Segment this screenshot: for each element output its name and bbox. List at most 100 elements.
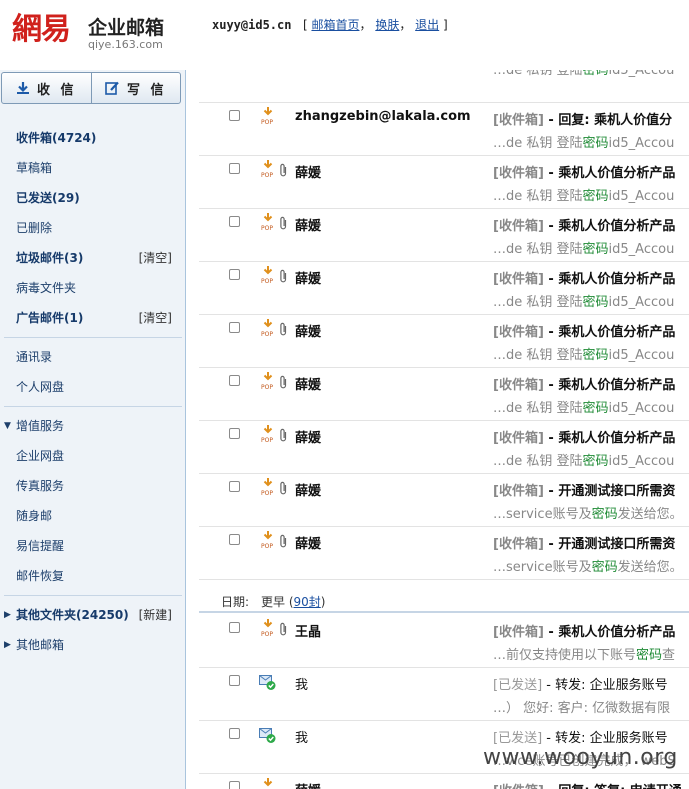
svg-text:POP: POP bbox=[261, 543, 273, 549]
mail-subject[interactable]: [收件箱] - 乘机人价值分析产品 bbox=[493, 321, 689, 340]
mail-subject[interactable]: [收件箱] - 乘机人价值分析产品 bbox=[493, 268, 689, 287]
compose-button[interactable]: 写 信 bbox=[90, 73, 181, 103]
mail-sender[interactable]: 王晶 bbox=[295, 621, 473, 640]
mail-checkbox[interactable] bbox=[229, 622, 240, 633]
sidebar-item-mobile-mail[interactable]: 随身邮 bbox=[0, 501, 186, 531]
sidebar-item-drafts[interactable]: 草稿箱 bbox=[0, 153, 186, 183]
mail-subject[interactable]: [收件箱] - 回复: 乘机人价值分 bbox=[493, 109, 689, 128]
mail-sender[interactable]: 我 bbox=[295, 674, 473, 693]
mail-row[interactable]: POP zhangzebin@lakala.com [收件箱] - 回复: 乘机人价… bbox=[199, 103, 689, 156]
mail-row[interactable]: 我 [已发送] - 转发: 企业服务账号 …） 您好: 客户: 亿微数据有限 bbox=[199, 668, 689, 721]
mail-title: - 乘机人价值分析产品 bbox=[543, 625, 676, 640]
mail-row[interactable]: POP 薛媛 [收件箱] - 乘机人价值分析产品 …de 私钥 登陆密码id5_Acc… bbox=[199, 262, 689, 315]
mail-sender[interactable]: 薛媛 bbox=[295, 427, 473, 446]
netease-logo[interactable]: 網易 bbox=[12, 13, 71, 47]
mail-sender[interactable]: 薛媛 bbox=[295, 780, 473, 789]
mail-checkbox[interactable] bbox=[229, 728, 240, 739]
mail-row[interactable]: POP 薛媛 [收件箱] - 乘机人价值分析产品 …de 私钥 登陆密码id5_Acc… bbox=[199, 209, 689, 262]
logout-link[interactable]: 退出 bbox=[415, 18, 439, 32]
mail-sender[interactable]: 薛媛 bbox=[295, 162, 473, 181]
mail-checkbox[interactable] bbox=[229, 216, 240, 227]
mail-checkbox[interactable] bbox=[229, 375, 240, 386]
mail-subject[interactable]: [收件箱] - 乘机人价值分析产品 bbox=[493, 621, 689, 640]
section-label: 其他文件夹 bbox=[16, 608, 77, 622]
mail-row[interactable]: POP 王晶 [收件箱] - 乘机人价值分析产品 …前仅支持使用以下账号密码查 bbox=[199, 615, 689, 668]
mail-subject[interactable]: [已发送] - 转发: 企业服务账号 bbox=[493, 674, 689, 693]
sidebar-item-contacts[interactable]: 通讯录 bbox=[0, 342, 186, 372]
sidebar-item-fax[interactable]: 传真服务 bbox=[0, 471, 186, 501]
mail-row[interactable]: POP 薛媛 [收件箱] - 回复: 答复: 申请开通 bbox=[199, 774, 689, 789]
mail-checkbox[interactable] bbox=[229, 675, 240, 686]
empty-ads-link[interactable]: [清空] bbox=[139, 303, 172, 333]
empty-spam-link[interactable]: [清空] bbox=[139, 243, 172, 273]
mail-sender[interactable]: 薛媛 bbox=[295, 215, 473, 234]
value-added-services-header[interactable]: ▼ 增值服务 bbox=[0, 411, 186, 441]
mail-sender[interactable]: 薛媛 bbox=[295, 268, 473, 287]
mail-folder-tag: [已发送] bbox=[493, 731, 543, 746]
mail-subject[interactable]: [收件箱] - 乘机人价值分析产品 bbox=[493, 427, 689, 446]
mail-row[interactable]: POP 薛媛 [收件箱] - 开通测试接口所需资 …service账号及密码发送给您。 bbox=[199, 527, 689, 580]
mail-sender[interactable]: 我 bbox=[295, 727, 473, 746]
sidebar-item-sent[interactable]: 已发送(29) bbox=[0, 183, 186, 213]
sidebar-item-inbox[interactable]: 收件箱(4724) bbox=[0, 123, 186, 153]
mail-row[interactable]: POP 薛媛 [收件箱] - 乘机人价值分析产品 …de 私钥 登陆密码id5_Acc… bbox=[199, 315, 689, 368]
mail-snippet: …de 私钥 登陆密码id5_Accou bbox=[493, 344, 689, 363]
mail-folder-tag: [收件箱] bbox=[493, 219, 544, 234]
other-folders-header[interactable]: ▶ 其他文件夹(24250) [新建] bbox=[0, 600, 186, 630]
other-mailbox-header[interactable]: ▶ 其他邮箱 bbox=[0, 630, 186, 660]
svg-text:POP: POP bbox=[261, 119, 273, 125]
snippet-text: …de 私钥 登陆 bbox=[493, 348, 583, 363]
receive-button[interactable]: 收 信 bbox=[2, 73, 91, 103]
mail-subject[interactable]: [收件箱] - 乘机人价值分析产品 bbox=[493, 215, 689, 234]
sidebar-item-netdisk[interactable]: 个人网盘 bbox=[0, 372, 186, 402]
sidebar-item-mail-recovery[interactable]: 邮件恢复 bbox=[0, 561, 186, 591]
sidebar-item-spam[interactable]: 垃圾邮件(3) [清空] bbox=[0, 243, 186, 273]
mail-sender[interactable]: 薛媛 bbox=[295, 480, 473, 499]
mail-subject[interactable]: [收件箱] - 开通测试接口所需资 bbox=[493, 533, 689, 552]
mail-checkbox[interactable] bbox=[229, 269, 240, 280]
mail-title: - 乘机人价值分析产品 bbox=[543, 378, 676, 393]
toolbar: 收 信 写 信 bbox=[1, 72, 181, 104]
mail-snippet: …de 私钥 登陆密码id5_Accou bbox=[493, 291, 689, 310]
mail-row[interactable]: POP 薛媛 [收件箱] - 乘机人价值分析产品 …de 私钥 登陆密码id5_Acc… bbox=[199, 368, 689, 421]
mail-checkbox[interactable] bbox=[229, 110, 240, 121]
snippet-text: …前仅支持使用以下账号 bbox=[493, 648, 637, 663]
earlier-count-link[interactable]: 90封 bbox=[294, 595, 321, 609]
mail-subject[interactable]: [已发送] - 转发: 企业服务账号 bbox=[493, 727, 689, 746]
snippet-text: id5_Accou bbox=[608, 136, 675, 151]
mail-subject[interactable]: [收件箱] - 回复: 答复: 申请开通 bbox=[493, 780, 689, 789]
new-folder-link[interactable]: [新建] bbox=[139, 600, 172, 630]
mail-checkbox[interactable] bbox=[229, 322, 240, 333]
sidebar-item-ads[interactable]: 广告邮件(1) [清空] bbox=[0, 303, 186, 333]
mail-sender[interactable]: 薛媛 bbox=[295, 374, 473, 393]
mail-sender[interactable]: 薛媛 bbox=[295, 321, 473, 340]
mail-checkbox[interactable] bbox=[229, 481, 240, 492]
pop-mail-icon: POP bbox=[261, 478, 275, 499]
mail-title: - 乘机人价值分析产品 bbox=[543, 166, 676, 181]
sidebar-item-enterprise-netdisk[interactable]: 企业网盘 bbox=[0, 441, 186, 471]
mail-checkbox[interactable] bbox=[229, 534, 240, 545]
mail-subject[interactable]: [收件箱] - 乘机人价值分析产品 bbox=[493, 162, 689, 181]
mail-subject[interactable]: [收件箱] - 乘机人价值分析产品 bbox=[493, 374, 689, 393]
mail-checkbox[interactable] bbox=[229, 428, 240, 439]
mail-row[interactable]: POP 薛媛 [收件箱] - 乘机人价值分析产品 …de 私钥 登陆密码id5_Acc… bbox=[199, 156, 689, 209]
mail-row[interactable]: POP 薛媛 [收件箱] - 乘机人价值分析产品 …de 私钥 登陆密码id5_Acc… bbox=[199, 421, 689, 474]
snippet-text: …de 私钥 登陆 bbox=[493, 136, 583, 151]
mail-sender[interactable]: 薛媛 bbox=[295, 533, 473, 552]
snippet-text: 查 bbox=[662, 648, 676, 663]
change-skin-link[interactable]: 换肤 bbox=[375, 18, 399, 32]
mail-checkbox[interactable] bbox=[229, 163, 240, 174]
mail-row[interactable]: …de 私钥 登陆密码id5_Accou bbox=[199, 70, 689, 103]
mail-subject[interactable]: [收件箱] - 开通测试接口所需资 bbox=[493, 480, 689, 499]
mail-row[interactable]: POP 薛媛 [收件箱] - 开通测试接口所需资 …service账号及密码发送给您。 bbox=[199, 474, 689, 527]
sidebar-item-virus[interactable]: 病毒文件夹 bbox=[0, 273, 186, 303]
mail-sender[interactable]: zhangzebin@lakala.com bbox=[295, 109, 473, 124]
folder-label: 广告邮件 bbox=[16, 311, 65, 325]
chevron-right-icon: ▶ bbox=[4, 640, 11, 650]
sidebar-item-deleted[interactable]: 已删除 bbox=[0, 213, 186, 243]
pop-mail-icon: POP bbox=[261, 531, 275, 552]
mail-checkbox[interactable] bbox=[229, 781, 240, 789]
mail-folder-tag: [收件箱] bbox=[493, 537, 544, 552]
sidebar-item-yixin-alert[interactable]: 易信提醒 bbox=[0, 531, 186, 561]
mailbox-home-link[interactable]: 邮箱首页 bbox=[311, 18, 359, 32]
